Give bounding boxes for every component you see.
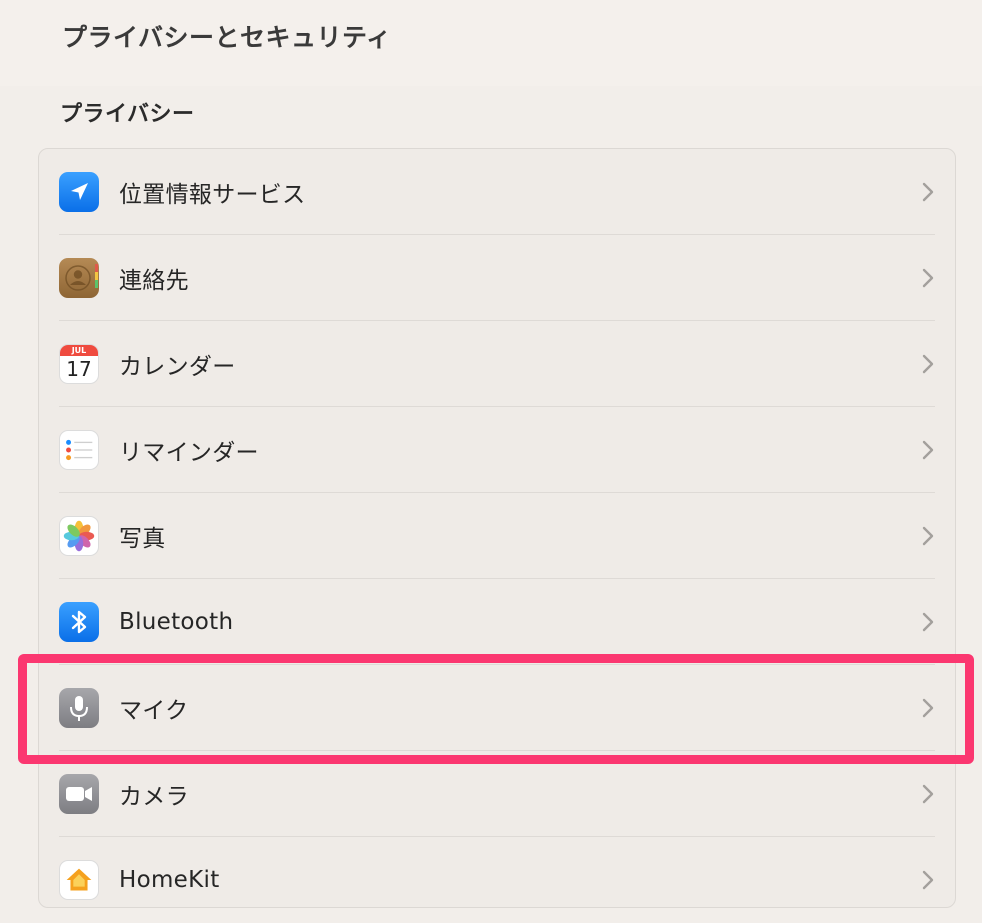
chevron-right-icon: [922, 440, 934, 460]
list-item-label: 位置情報サービス: [119, 182, 306, 208]
list-item-label: カレンダー: [119, 354, 236, 380]
chevron-right-icon: [922, 870, 934, 890]
reminders-icon: [59, 430, 99, 470]
chevron-right-icon: [922, 698, 934, 718]
list-item-calendar[interactable]: JUL 17 カレンダー: [39, 321, 955, 407]
list-item-bluetooth[interactable]: Bluetooth: [39, 579, 955, 665]
chevron-right-icon: [922, 612, 934, 632]
chevron-right-icon: [922, 526, 934, 546]
calendar-month: JUL: [60, 345, 98, 356]
contacts-icon: [59, 258, 99, 298]
chevron-right-icon: [922, 182, 934, 202]
list-item-label: HomeKit: [119, 867, 220, 893]
microphone-icon: [59, 688, 99, 728]
camera-icon: [59, 774, 99, 814]
list-item-label: Bluetooth: [119, 609, 234, 635]
list-item-photos[interactable]: 写真: [39, 493, 955, 579]
list-item-label: カメラ: [119, 784, 189, 810]
calendar-day: 17: [66, 357, 92, 381]
home-icon: [59, 860, 99, 900]
list-item-label: マイク: [119, 698, 189, 724]
list-item-microphone[interactable]: マイク: [39, 665, 955, 751]
bluetooth-icon: [59, 602, 99, 642]
list-item-camera[interactable]: カメラ: [39, 751, 955, 837]
calendar-icon: JUL 17: [59, 344, 99, 384]
window-titlebar: プライバシーとセキュリティ: [0, 0, 982, 86]
window-title: プライバシーとセキュリティ: [62, 23, 392, 52]
list-item-label: リマインダー: [119, 440, 259, 466]
list-item-contacts[interactable]: 連絡先: [39, 235, 955, 321]
chevron-right-icon: [922, 268, 934, 288]
list-item-reminders[interactable]: リマインダー: [39, 407, 955, 493]
chevron-right-icon: [922, 354, 934, 374]
location-arrow-icon: [59, 172, 99, 212]
list-item-location-services[interactable]: 位置情報サービス: [39, 149, 955, 235]
section-title-privacy: プライバシー: [60, 102, 195, 127]
list-item-label: 写真: [119, 526, 166, 552]
privacy-list: 位置情報サービス 連絡先 JUL 17 カレンダー リマインダー 写真 Blue…: [38, 148, 956, 908]
photos-icon: [59, 516, 99, 556]
list-item-label: 連絡先: [119, 268, 189, 294]
list-item-homekit[interactable]: HomeKit: [39, 837, 955, 923]
chevron-right-icon: [922, 784, 934, 804]
